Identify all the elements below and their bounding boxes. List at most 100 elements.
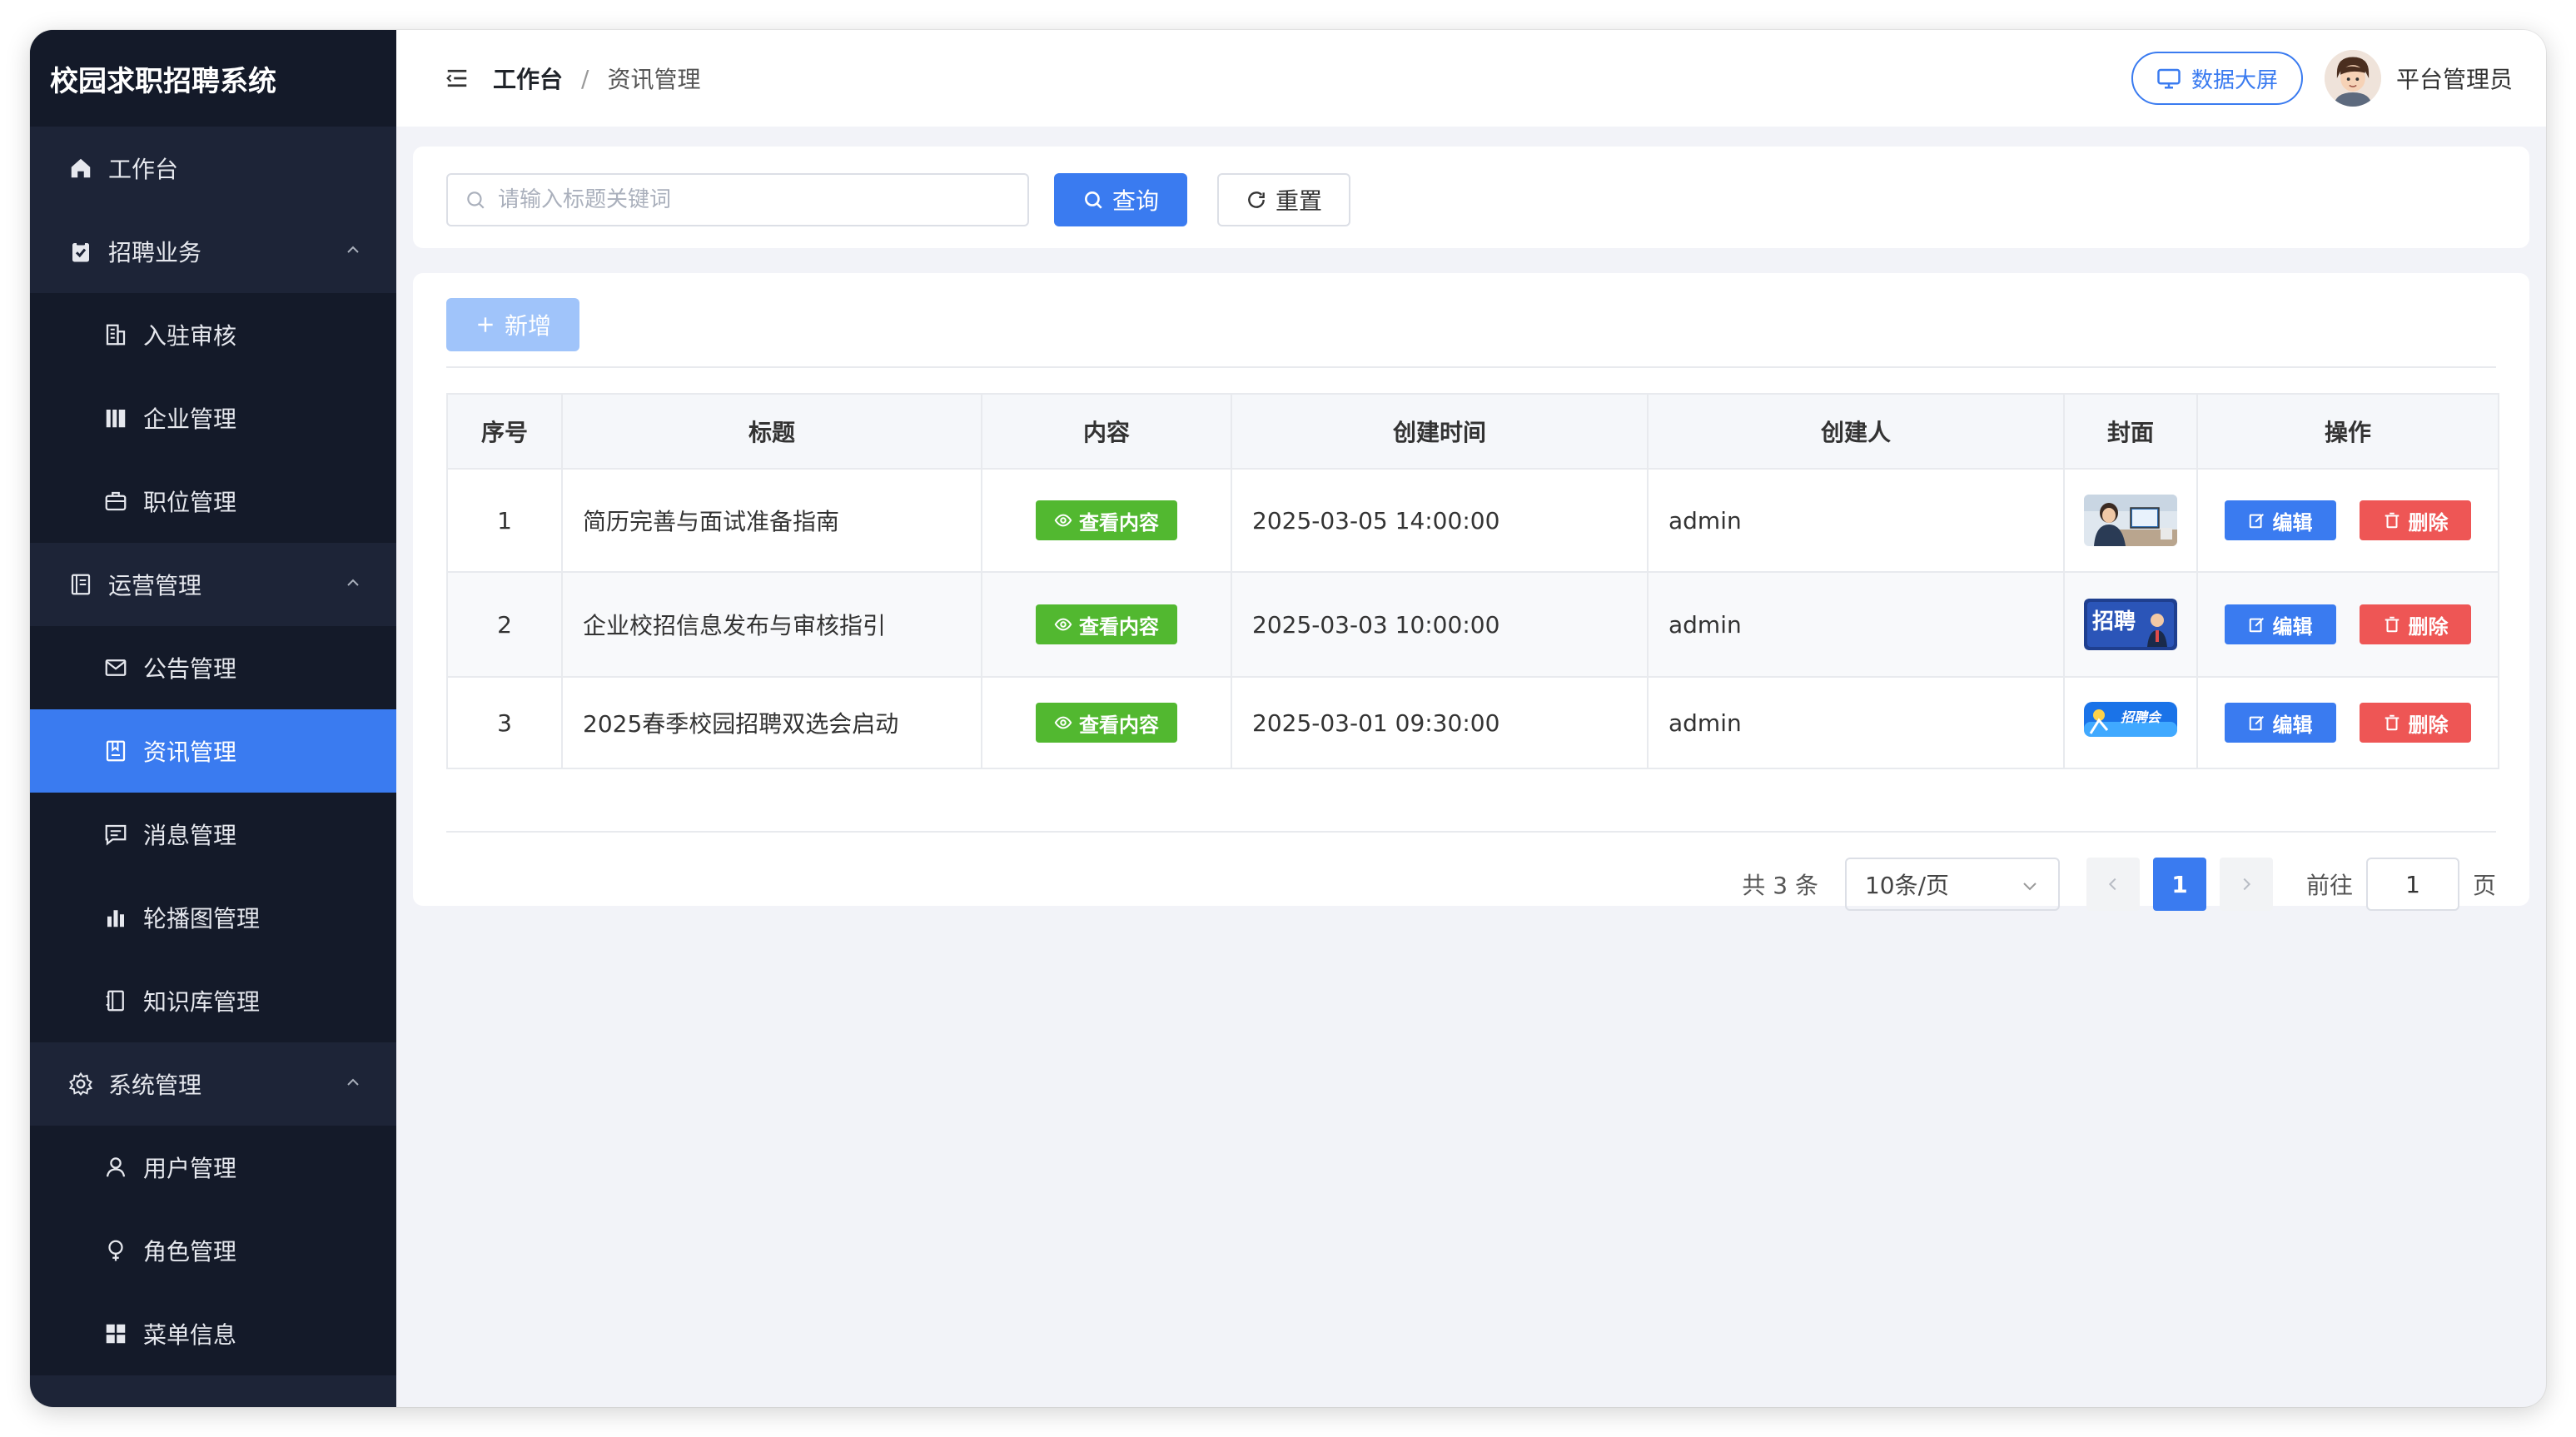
eye-icon xyxy=(1054,618,1072,631)
grid-icon xyxy=(102,1320,130,1348)
sidebar-item-mail[interactable]: 公告管理 xyxy=(30,626,396,709)
query-button[interactable]: 查询 xyxy=(1054,173,1187,226)
sidebar-item-label: 职位管理 xyxy=(143,489,237,516)
reset-button[interactable]: 重置 xyxy=(1217,173,1350,226)
row-creator: admin xyxy=(1647,676,2065,769)
page-size-select[interactable]: 10条/页 xyxy=(1844,858,2060,911)
column-header-actions: 操作 xyxy=(2196,393,2499,470)
goto-page-input[interactable] xyxy=(2365,858,2459,911)
sidebar-menu: 工作台 招聘业务 入驻审核 企业管理职位管理运营管理公告管理资讯管理消息管理轮播图管理… xyxy=(30,127,396,1375)
delete-button[interactable]: 删除 xyxy=(2360,703,2472,743)
document-icon xyxy=(67,570,95,599)
edit-icon xyxy=(2249,617,2264,633)
row-content: 查看内容 xyxy=(981,571,1232,678)
cover-thumbnail[interactable]: 招聘会 xyxy=(2084,697,2177,748)
reset-label: 重置 xyxy=(1275,187,1322,215)
home-icon xyxy=(67,154,95,182)
cover-thumbnail[interactable]: 招聘 xyxy=(2084,599,2177,650)
sidebar-item-label: 菜单信息 xyxy=(143,1321,237,1349)
prev-page-button[interactable] xyxy=(2086,858,2140,911)
delete-button[interactable]: 删除 xyxy=(2360,500,2472,540)
user-avatar-icon xyxy=(2324,50,2381,107)
divider xyxy=(446,831,2496,833)
sidebar-item-gear[interactable]: 系统管理 xyxy=(30,1042,396,1126)
delete-label: 删除 xyxy=(2408,614,2449,639)
delete-label: 删除 xyxy=(2408,510,2449,535)
sidebar-item-label: 消息管理 xyxy=(143,822,237,849)
sidebar-item-reading[interactable]: 资讯管理 xyxy=(30,709,396,793)
data-screen-button[interactable]: 数据大屏 xyxy=(2131,52,2303,105)
search-icon xyxy=(467,191,485,209)
view-content-label: 查看内容 xyxy=(1079,614,1159,639)
reading-icon xyxy=(102,737,130,765)
next-page-button[interactable] xyxy=(2219,858,2273,911)
avatar[interactable] xyxy=(2324,50,2381,107)
cover-thumbnail[interactable] xyxy=(2084,495,2177,546)
table-row: 2 企业校招信息发布与审核指引 查看内容 2025-03-03 10:00:00… xyxy=(446,571,2499,678)
add-label: 新增 xyxy=(504,312,551,340)
table-row: 3 2025春季校园招聘双选会启动 查看内容 2025-03-01 09:30:… xyxy=(446,676,2499,769)
app-title: 校园求职招聘系统 xyxy=(30,30,396,127)
add-button[interactable]: 新增 xyxy=(446,298,579,351)
user-name[interactable]: 平台管理员 xyxy=(2396,62,2513,95)
page-suffix: 页 xyxy=(2472,872,2496,899)
row-title: 简历完善与面试准备指南 xyxy=(561,468,982,573)
sidebar-item-bar-chart[interactable]: 轮播图管理 xyxy=(30,876,396,959)
female-icon xyxy=(102,1236,130,1265)
building-icon xyxy=(102,321,130,349)
bar-chart-icon xyxy=(102,903,130,932)
gear-icon xyxy=(67,1070,95,1098)
sidebar-item-home[interactable]: 工作台 xyxy=(30,127,396,210)
sidebar-item-grid[interactable]: 菜单信息 xyxy=(30,1292,396,1375)
sidebar-item-user[interactable]: 用户管理 xyxy=(30,1126,396,1209)
top-header: 工作台 / 资讯管理 数据大屏 平台管理员 xyxy=(396,30,2546,127)
menu-fold-icon[interactable] xyxy=(445,66,470,91)
clipboard-check-icon xyxy=(67,237,95,266)
sidebar-item-chat[interactable]: 消息管理 xyxy=(30,793,396,876)
column-header-title: 标题 xyxy=(561,393,982,470)
sidebar-item-briefcase[interactable]: 职位管理 xyxy=(30,460,396,543)
view-content-button[interactable]: 查看内容 xyxy=(1036,703,1177,743)
search-input[interactable] xyxy=(498,187,997,212)
search-field[interactable] xyxy=(446,173,1029,226)
delete-label: 删除 xyxy=(2408,713,2449,737)
office-photo-image xyxy=(2084,495,2177,546)
row-cover xyxy=(2063,468,2198,573)
sidebar-item-library[interactable]: 企业管理 xyxy=(30,376,396,460)
page-number-button[interactable]: 1 xyxy=(2152,858,2206,911)
eye-icon xyxy=(1054,514,1072,527)
sidebar-item-clipboard-check[interactable]: 招聘业务 xyxy=(30,210,396,293)
sidebar: 校园求职招聘系统 工作台 招聘业务 入驻审核 企业管理职位管理运营管理公告管理资讯管理… xyxy=(30,30,396,1407)
edit-icon xyxy=(2249,513,2264,529)
cover-text: 招聘 xyxy=(2092,609,2136,634)
edit-button[interactable]: 编辑 xyxy=(2224,500,2336,540)
delete-button[interactable]: 删除 xyxy=(2360,604,2472,644)
breadcrumb-home[interactable]: 工作台 xyxy=(493,62,563,95)
row-title: 2025春季校园招聘双选会启动 xyxy=(561,676,982,769)
row-creator: admin xyxy=(1647,468,2065,573)
row-created-at: 2025-03-01 09:30:00 xyxy=(1231,676,1649,769)
edit-button[interactable]: 编辑 xyxy=(2224,703,2336,743)
total-count: 共 3 条 xyxy=(1742,872,1818,899)
sidebar-item-label: 运营管理 xyxy=(108,572,202,599)
row-actions: 编辑 删除 xyxy=(2196,468,2499,573)
sidebar-item-notebook[interactable]: 知识库管理 xyxy=(30,959,396,1042)
view-content-label: 查看内容 xyxy=(1079,713,1159,737)
sidebar-item-document[interactable]: 运营管理 xyxy=(30,543,396,626)
sidebar-item-building[interactable]: 入驻审核 xyxy=(30,293,396,376)
sidebar-item-female[interactable]: 角色管理 xyxy=(30,1209,396,1292)
sidebar-item-label: 公告管理 xyxy=(143,655,237,683)
table-header-row: 序号 标题 内容 创建时间 创建人 封面 操作 xyxy=(446,393,2499,470)
trash-icon xyxy=(2385,714,2399,731)
job-fair-banner-image: 招聘会 xyxy=(2084,697,2177,748)
breadcrumb-separator: / xyxy=(581,64,589,92)
view-content-button[interactable]: 查看内容 xyxy=(1036,500,1177,540)
row-no: 1 xyxy=(446,468,563,573)
chevron-down-icon xyxy=(2023,883,2036,891)
view-content-button[interactable]: 查看内容 xyxy=(1036,604,1177,644)
row-cover: 招聘 xyxy=(2063,571,2198,678)
sidebar-item-label: 资讯管理 xyxy=(143,738,237,766)
chevron-up-icon xyxy=(347,246,359,253)
monitor-icon xyxy=(2157,68,2181,89)
edit-button[interactable]: 编辑 xyxy=(2224,604,2336,644)
